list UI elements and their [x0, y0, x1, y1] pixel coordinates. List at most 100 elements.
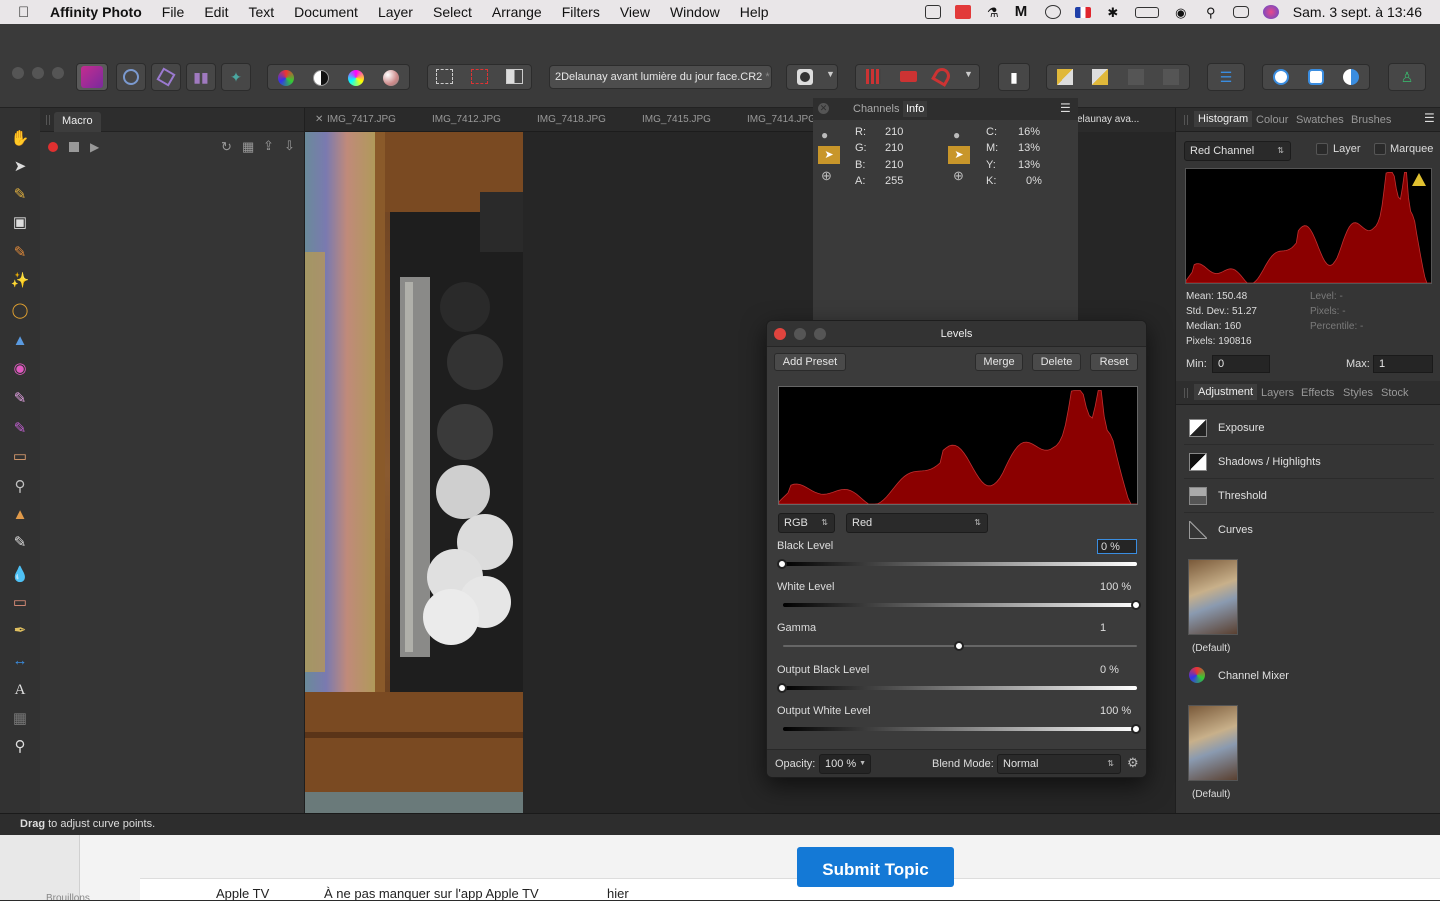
output-white-level-field[interactable]: 100 % [1097, 704, 1137, 719]
dodge-brush-tool-icon[interactable]: ⚲ [10, 476, 30, 496]
menu-filters[interactable]: Filters [562, 4, 600, 20]
adjustment-channel-mixer[interactable]: Channel Mixer [1184, 659, 1434, 693]
move-forward-icon[interactable] [1057, 69, 1073, 85]
target-picker-icon-2[interactable]: ⊕ [953, 168, 964, 184]
warning-icon[interactable] [1412, 173, 1426, 186]
status-app-icon[interactable] [924, 5, 941, 19]
menu-view[interactable]: View [620, 4, 650, 20]
merge-button[interactable]: Merge [975, 353, 1023, 371]
select-all-icon[interactable] [436, 69, 453, 84]
clear-macro-icon[interactable]: ↻ [221, 139, 232, 155]
levels-close-button[interactable] [774, 328, 786, 340]
document-tab-active[interactable]: elaunay ava... [1077, 114, 1139, 125]
gamma-knob[interactable] [954, 641, 964, 651]
white-level-knob[interactable] [1131, 600, 1141, 610]
gamma-field[interactable]: 1 [1097, 621, 1137, 636]
tab-histogram[interactable]: Histogram [1194, 111, 1253, 127]
flood-fill-tool-icon[interactable]: ▲ [10, 330, 30, 350]
levels-channel-select[interactable]: Red ⇅ [846, 513, 988, 533]
document-title-field[interactable]: 2Delaunay avant lumière du jour face.CR2… [549, 65, 772, 89]
menu-file[interactable]: File [162, 4, 185, 20]
text-tool-icon[interactable]: A [10, 680, 30, 700]
output-white-level-knob[interactable] [1131, 724, 1141, 734]
background-sidebar-item[interactable]: Brouillons [46, 893, 90, 900]
paint-brush-tool-icon[interactable]: ✎ [10, 388, 30, 408]
histogram-min-field[interactable]: 0 [1212, 355, 1270, 373]
menu-arrange[interactable]: Arrange [492, 4, 542, 20]
window-zoom-button[interactable] [52, 67, 64, 79]
bluetooth-icon[interactable]: ✱ [1105, 5, 1121, 20]
control-center-icon[interactable] [1232, 6, 1249, 18]
target-picker-icon[interactable]: ⊕ [821, 168, 832, 184]
pointer-picker-icon-2[interactable]: ➤ [948, 146, 970, 164]
colour-replacement-brush-icon[interactable]: ✎ [10, 418, 30, 438]
dropdown-arrow-icon[interactable]: ▼ [826, 69, 835, 79]
delete-button[interactable]: Delete [1032, 353, 1081, 371]
document-tab[interactable]: IMG_7417.JPG [327, 114, 396, 125]
app-menu[interactable]: Affinity Photo [50, 4, 142, 20]
mail-m-icon[interactable]: M [1015, 4, 1031, 19]
tab-macro[interactable]: Macro [54, 112, 101, 132]
menu-edit[interactable]: Edit [204, 4, 228, 20]
menu-clock[interactable]: Sam. 3 sept. à 13:46 [1293, 4, 1422, 20]
gamma-slider[interactable] [783, 641, 1137, 651]
tab-colour[interactable]: Colour [1256, 114, 1288, 126]
table-tool-icon[interactable]: ▦ [10, 708, 30, 728]
colour-picker-tool-icon[interactable]: ✎ [10, 184, 30, 204]
subtract-boolean-icon[interactable] [1308, 69, 1324, 85]
pointer-picker-icon[interactable]: ➤ [818, 146, 840, 164]
output-black-level-knob[interactable] [777, 683, 787, 693]
submit-topic-button[interactable]: Submit Topic [797, 847, 954, 887]
colour-mode-icon[interactable]: ● [821, 128, 828, 142]
time-machine-icon[interactable] [1044, 5, 1061, 19]
histogram-channel-select[interactable]: Red Channel ⇅ [1184, 141, 1291, 161]
move-tool-icon[interactable]: ➤ [10, 156, 30, 176]
flag-france-icon[interactable] [1074, 6, 1091, 18]
output-white-level-slider[interactable] [783, 724, 1141, 734]
tab-adjustment[interactable]: Adjustment [1194, 384, 1258, 400]
tab-info[interactable]: Info [903, 101, 928, 117]
white-level-slider[interactable] [783, 600, 1141, 610]
photo-persona-button[interactable] [76, 63, 108, 91]
tab-brushes[interactable]: Brushes [1351, 114, 1391, 126]
quick-mask-icon[interactable] [797, 69, 813, 85]
adjustment-exposure[interactable]: Exposure [1184, 411, 1434, 445]
levels-mode-select[interactable]: RGB ⇅ [778, 513, 835, 533]
tone-mapping-persona-button[interactable]: ▮▮ [186, 63, 216, 91]
healing-brush-tool-icon[interactable]: ▭ [10, 592, 30, 612]
auto-colours-icon[interactable] [348, 70, 364, 86]
close-tab-icon[interactable]: ✕ [315, 114, 323, 125]
align-button[interactable]: ☰ [1207, 63, 1245, 91]
window-minimize-button[interactable] [32, 67, 44, 79]
tab-layers[interactable]: Layers [1261, 387, 1294, 399]
adjustment-shadows-highlights[interactable]: Shadows / Highlights [1184, 445, 1434, 479]
clone-brush-tool-icon[interactable]: ▲ [10, 504, 30, 524]
pen-tool-icon[interactable]: ✒ [10, 620, 30, 640]
auto-contrast-icon[interactable] [313, 70, 329, 86]
record-macro-button[interactable] [48, 142, 58, 152]
tab-styles[interactable]: Styles [1343, 387, 1373, 399]
add-boolean-icon[interactable] [1273, 69, 1289, 85]
tab-stock[interactable]: Stock [1381, 387, 1409, 399]
dropbox-icon[interactable] [954, 5, 971, 19]
intersect-boolean-icon[interactable] [1343, 69, 1359, 85]
menu-window[interactable]: Window [670, 4, 720, 20]
erase-brush-tool-icon[interactable]: ▭ [10, 446, 30, 466]
auto-white-balance-icon[interactable] [383, 70, 399, 86]
blur-brush-tool-icon[interactable]: 💧 [10, 564, 30, 584]
adjustment-threshold[interactable]: Threshold [1184, 479, 1434, 513]
reset-button[interactable]: Reset [1090, 353, 1138, 371]
tab-swatches[interactable]: Swatches [1296, 114, 1344, 126]
move-back-icon[interactable] [1092, 69, 1108, 85]
tab-channels[interactable]: Channels [853, 103, 899, 115]
invert-selection-icon[interactable] [506, 69, 523, 84]
user-account-button[interactable]: ♙ [1388, 63, 1426, 91]
document-tab[interactable]: IMG_7418.JPG [537, 114, 606, 125]
document-tab[interactable]: IMG_7412.JPG [432, 114, 501, 125]
close-panel-icon[interactable]: ✕ [818, 103, 829, 114]
panel-menu-icon[interactable]: ☰ [1424, 111, 1435, 125]
levels-minimize-button[interactable] [794, 328, 806, 340]
move-to-front-icon[interactable] [1128, 69, 1144, 85]
snapping-dropdown-icon[interactable]: ▼ [964, 69, 973, 79]
levels-titlebar[interactable]: Levels [767, 321, 1146, 347]
